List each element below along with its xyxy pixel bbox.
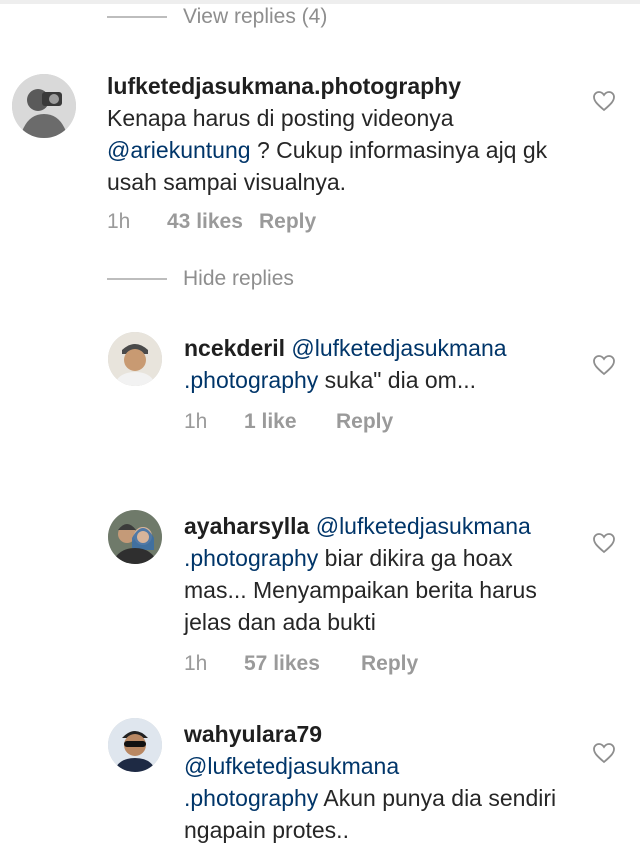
comment-text-part: Kenapa harus di posting videonya — [107, 105, 454, 131]
likes-count[interactable]: 43 likes — [167, 206, 259, 238]
couple-avatar-icon[interactable] — [108, 510, 162, 564]
hide-replies-label[interactable]: Hide replies — [183, 267, 294, 291]
hide-replies-toggle[interactable]: Hide replies — [107, 264, 294, 294]
comment-text: Kenapa harus di posting videonya @arieku… — [107, 102, 557, 198]
likes-count[interactable]: 57 likes — [244, 648, 361, 680]
comment-body: lufketedjasukmana.photography Kenapa har… — [107, 70, 557, 238]
likes-count[interactable]: 1 like — [244, 406, 336, 438]
heart-icon[interactable] — [592, 90, 616, 112]
reply-username[interactable]: ayaharsylla — [184, 513, 309, 539]
reply-username[interactable]: ncekderil — [184, 335, 285, 361]
reply-button[interactable]: Reply — [259, 206, 316, 238]
mention-link[interactable]: @lufketedjasukmana — [316, 513, 531, 539]
man-avatar-icon[interactable] — [108, 332, 162, 386]
comment-meta: 1h 43 likes Reply — [107, 206, 557, 238]
thread-line — [107, 16, 167, 18]
comment-time: 1h — [107, 210, 131, 233]
view-replies-label[interactable]: View replies (4) — [183, 5, 327, 29]
comment-username[interactable]: lufketedjasukmana.photography — [107, 73, 461, 99]
reply-body: ncekderil @lufketedjasukmana .photograph… — [184, 332, 574, 438]
sunglasses-avatar-icon[interactable] — [108, 718, 162, 772]
photographer-avatar-icon[interactable] — [12, 74, 76, 138]
reply-time: 1h — [184, 410, 208, 433]
reply-button[interactable]: Reply — [361, 648, 418, 680]
reply-body: ayaharsylla @lufketedjasukmana .photogra… — [184, 510, 574, 680]
mention-link-cont[interactable]: .photography — [184, 367, 318, 393]
comments-screen: View replies (4) lufketedjasukmana.photo… — [0, 0, 640, 853]
heart-icon[interactable] — [592, 742, 616, 764]
view-replies-toggle[interactable]: View replies (4) — [107, 2, 327, 32]
reply-meta: 1h 57 likes Reply — [184, 648, 574, 680]
thread-line — [107, 278, 167, 280]
mention-link[interactable]: @lufketedjasukmana — [184, 753, 399, 779]
reply-meta: 1h 1 like Reply — [184, 406, 574, 438]
mention-link-cont[interactable]: .photography — [184, 545, 318, 571]
mention-link[interactable]: @ariekuntung — [107, 137, 251, 163]
mention-link[interactable]: @lufketedjasukmana — [291, 335, 506, 361]
reply-button[interactable]: Reply — [336, 406, 393, 438]
mention-link-cont[interactable]: .photography — [184, 785, 318, 811]
reply-text: suka" dia om... — [318, 367, 477, 393]
reply-username[interactable]: wahyulara79 — [184, 721, 322, 747]
heart-icon[interactable] — [592, 354, 616, 376]
reply-body: wahyulara79 @lufketedjasukmana .photogra… — [184, 718, 574, 846]
heart-icon[interactable] — [592, 532, 616, 554]
reply-time: 1h — [184, 652, 208, 675]
